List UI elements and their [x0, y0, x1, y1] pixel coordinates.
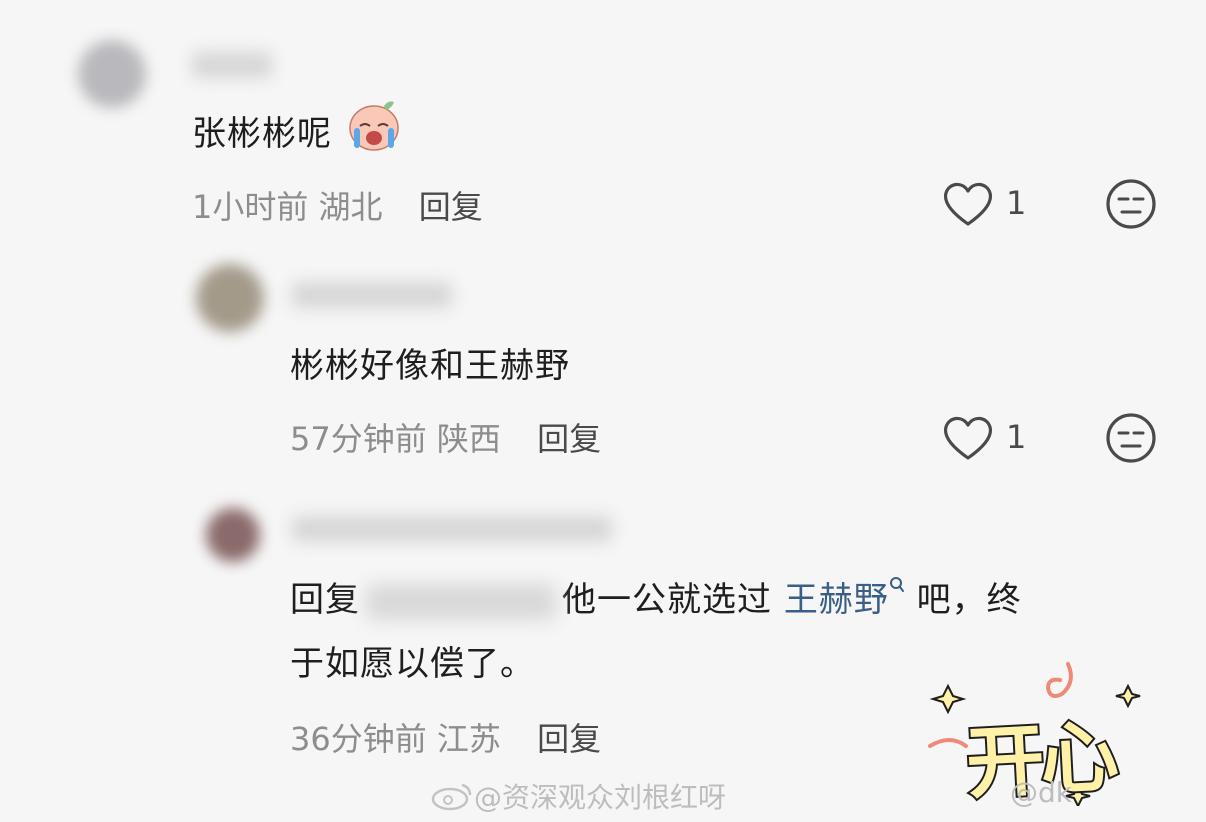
- heart-icon: [943, 416, 993, 460]
- timestamp: 36分钟前: [290, 720, 427, 758]
- comment-meta: 36分钟前 江苏 回复: [290, 714, 601, 760]
- like-button[interactable]: 1: [942, 180, 1042, 230]
- comment-text: 张彬彬呢: [192, 98, 404, 173]
- watermark-left: @资深观众刘根红呀: [430, 776, 726, 818]
- reply-button[interactable]: 回复: [419, 188, 483, 226]
- neutral-face-icon: [1106, 179, 1156, 229]
- comment-text: 彬彬好像和王赫野: [290, 346, 570, 386]
- like-count: 1: [1006, 184, 1027, 222]
- avatar[interactable]: [78, 40, 146, 108]
- username-blurred[interactable]: [292, 516, 612, 542]
- comment-line-1: 回复 他一公就选过 王赫野 吧，终: [290, 568, 1150, 632]
- dislike-button[interactable]: [1105, 412, 1157, 468]
- search-icon: [889, 577, 904, 592]
- weibo-logo-icon: [430, 781, 474, 818]
- timestamp: 57分钟前: [290, 420, 427, 458]
- search-link[interactable]: 王赫野: [784, 577, 905, 620]
- crying-emoji-icon: [346, 98, 404, 173]
- like-button[interactable]: 1: [942, 414, 1042, 464]
- neutral-face-icon: [1106, 413, 1156, 463]
- like-count: 1: [1006, 418, 1027, 456]
- username-blurred[interactable]: [192, 52, 272, 78]
- reply-button[interactable]: 回复: [537, 420, 601, 458]
- watermark-right: @dk: [1010, 776, 1072, 809]
- dislike-button[interactable]: [1105, 178, 1157, 234]
- timestamp: 1小时前: [192, 188, 309, 226]
- location: 陕西: [436, 420, 501, 458]
- avatar[interactable]: [206, 508, 260, 562]
- location: 江苏: [436, 720, 501, 758]
- heart-icon: [943, 182, 993, 226]
- reply-button[interactable]: 回复: [537, 720, 601, 758]
- location: 湖北: [318, 188, 383, 226]
- mentioned-user-blurred[interactable]: [366, 583, 556, 620]
- username-blurred[interactable]: [292, 282, 452, 308]
- comment-meta: 57分钟前 陕西 回复: [290, 414, 601, 460]
- avatar[interactable]: [196, 264, 264, 332]
- comment-meta: 1小时前 湖北 回复: [192, 182, 483, 228]
